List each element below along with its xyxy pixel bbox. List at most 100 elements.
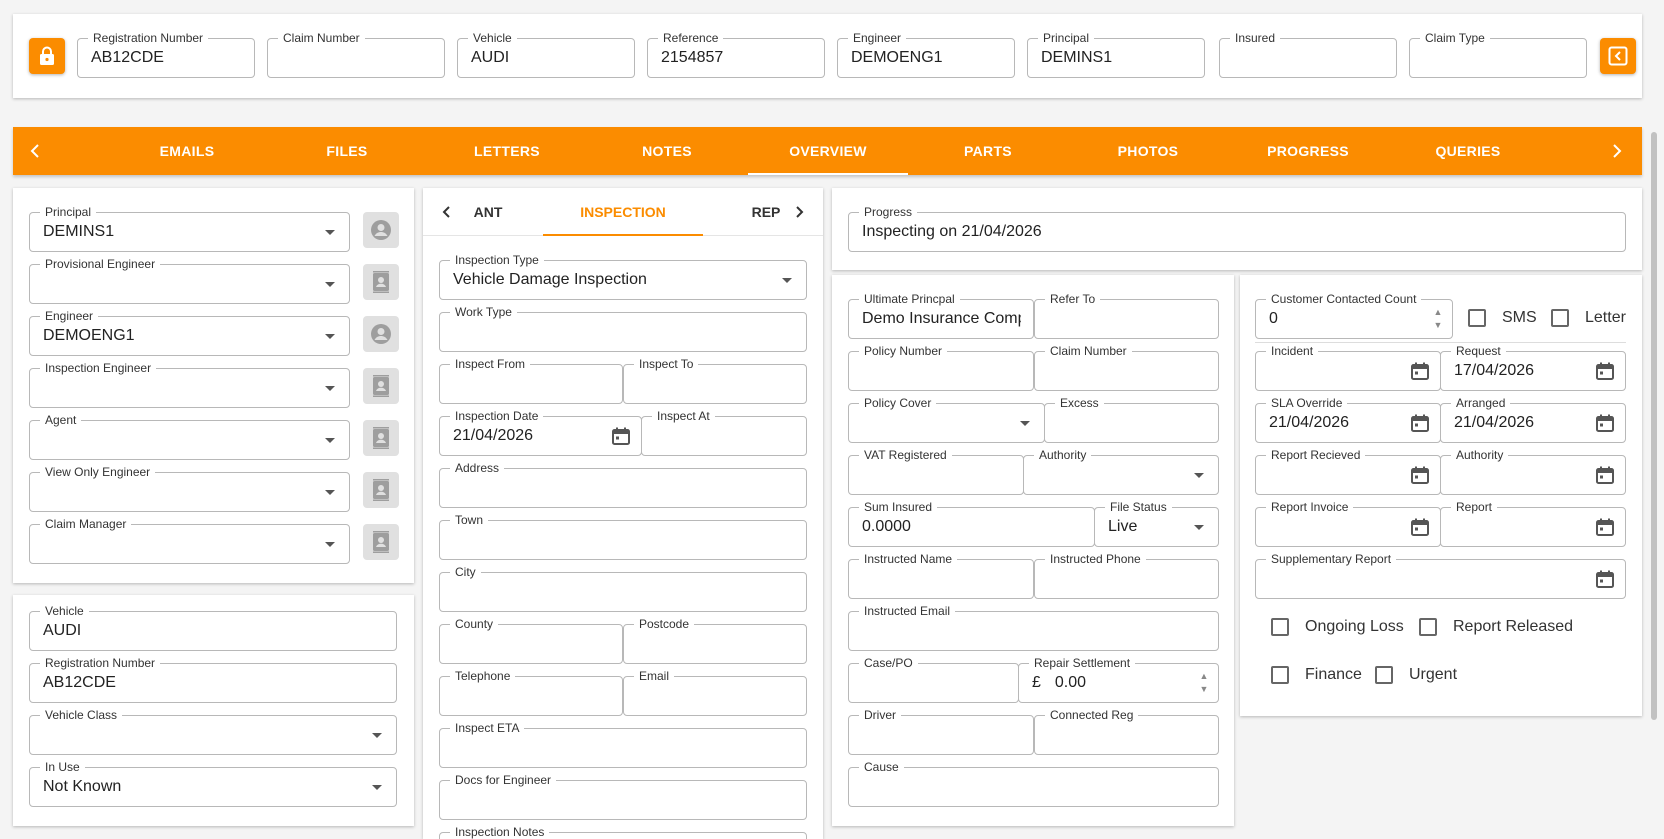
subtab-ant[interactable]: ANT: [463, 188, 513, 236]
policy-number-field[interactable]: Policy Number: [848, 343, 1034, 391]
subtab-inspection[interactable]: INSPECTION: [543, 188, 703, 236]
claim-number-field[interactable]: Claim Number: [1034, 343, 1219, 391]
calendar-icon[interactable]: [1595, 361, 1615, 381]
agent-contact-button[interactable]: [363, 420, 399, 456]
header-engineer-field[interactable]: Engineer DEMOENG1: [837, 30, 1015, 78]
header-insured-field[interactable]: Insured: [1219, 30, 1397, 78]
tab-queries[interactable]: QUERIES: [1388, 127, 1548, 175]
vat-registered-field[interactable]: VAT Registered: [848, 447, 1024, 495]
inspect-from-field[interactable]: Inspect From: [439, 356, 623, 404]
cause-field[interactable]: Cause: [848, 759, 1219, 807]
address-field[interactable]: Address: [439, 460, 807, 508]
number-spinner-icon[interactable]: ▲ ▼: [1432, 306, 1444, 332]
provisional-engineer-select[interactable]: Provisional Engineer: [29, 256, 350, 304]
view-only-engineer-select[interactable]: View Only Engineer: [29, 464, 350, 512]
tab-photos[interactable]: PHOTOS: [1068, 127, 1228, 175]
inspection-notes-field[interactable]: Inspection Notes: [439, 824, 807, 839]
tab-overview[interactable]: OVERVIEW: [748, 127, 908, 175]
customer-contacted-count-field[interactable]: Customer Contacted Count 0 ▲ ▼: [1255, 291, 1453, 339]
inspect-at-field[interactable]: Inspect At: [641, 408, 807, 456]
inspect-eta-field[interactable]: Inspect ETA: [439, 720, 807, 768]
provisional-engineer-contact-button[interactable]: [363, 264, 399, 300]
scrollbar-thumb[interactable]: [1651, 132, 1657, 720]
incident-date-field[interactable]: Incident: [1255, 343, 1441, 391]
instructed-phone-field[interactable]: Instructed Phone: [1034, 551, 1219, 599]
ongoing-loss-checkbox[interactable]: Ongoing Loss: [1271, 618, 1404, 636]
vehicle-field[interactable]: Vehicle AUDI: [29, 603, 397, 651]
vehicle-class-select[interactable]: Vehicle Class: [29, 707, 397, 755]
engineer-select[interactable]: Engineer DEMOENG1: [29, 308, 350, 356]
calendar-icon[interactable]: [1410, 465, 1430, 485]
supplementary-report-date-field[interactable]: Supplementary Report: [1255, 551, 1626, 599]
work-type-field[interactable]: Work Type: [439, 304, 807, 352]
header-reference-field[interactable]: Reference 2154857: [647, 30, 825, 78]
calendar-icon[interactable]: [1595, 413, 1615, 433]
tab-notes[interactable]: NOTES: [587, 127, 747, 175]
principal-select[interactable]: Principal DEMINS1: [29, 204, 350, 252]
report-date-field[interactable]: Report: [1440, 499, 1626, 547]
driver-field[interactable]: Driver: [848, 707, 1034, 755]
report-released-checkbox[interactable]: Report Released: [1419, 618, 1573, 636]
sms-checkbox[interactable]: SMS: [1468, 309, 1537, 327]
telephone-field[interactable]: Telephone: [439, 668, 623, 716]
tab-files[interactable]: FILES: [267, 127, 427, 175]
view-only-engineer-contact-button[interactable]: [363, 472, 399, 508]
sum-insured-field[interactable]: Sum Insured 0.0000: [848, 499, 1095, 547]
postcode-field[interactable]: Postcode: [623, 616, 807, 664]
calendar-icon[interactable]: [1410, 517, 1430, 537]
excess-field[interactable]: Excess: [1044, 395, 1219, 443]
lock-button[interactable]: [29, 38, 65, 74]
county-field[interactable]: County: [439, 616, 623, 664]
page-scrollbar[interactable]: [1650, 128, 1658, 839]
instructed-email-field[interactable]: Instructed Email: [848, 603, 1219, 651]
inspection-date-field[interactable]: Inspection Date 21/04/2026: [439, 408, 642, 456]
authority-select[interactable]: Authority: [1023, 447, 1219, 495]
request-date-field[interactable]: Request 17/04/2026: [1440, 343, 1626, 391]
email-field[interactable]: Email: [623, 668, 807, 716]
ultimate-principal-field[interactable]: Ultimate PrincpalDemo Insurance Company: [848, 291, 1034, 339]
tab-letters[interactable]: LETTERS: [427, 127, 587, 175]
header-claim-type-field[interactable]: Claim Type: [1409, 30, 1587, 78]
inspect-to-field[interactable]: Inspect To: [623, 356, 807, 404]
inspection-type-select[interactable]: Inspection Type Vehicle Damage Inspection: [439, 252, 807, 300]
tabs-next-button[interactable]: [1597, 127, 1637, 175]
instructed-name-field[interactable]: Instructed Name: [848, 551, 1034, 599]
calendar-icon[interactable]: [611, 426, 631, 446]
tab-progress[interactable]: PROGRESS: [1228, 127, 1388, 175]
inspection-engineer-contact-button[interactable]: [363, 368, 399, 404]
town-field[interactable]: Town: [439, 512, 807, 560]
calendar-icon[interactable]: [1410, 361, 1430, 381]
agent-select[interactable]: Agent: [29, 412, 350, 460]
calendar-icon[interactable]: [1410, 413, 1430, 433]
report-invoice-date-field[interactable]: Report Invoice: [1255, 499, 1441, 547]
number-spinner-icon[interactable]: ▲ ▼: [1198, 670, 1210, 696]
in-use-select[interactable]: In Use Not Known: [29, 759, 397, 807]
file-status-select[interactable]: File Status Live: [1094, 499, 1219, 547]
calendar-icon[interactable]: [1595, 465, 1615, 485]
claim-manager-contact-button[interactable]: [363, 524, 399, 560]
claim-manager-select[interactable]: Claim Manager: [29, 516, 350, 564]
header-registration-field[interactable]: Registration Number AB12CDE: [77, 30, 255, 78]
tab-emails[interactable]: EMAILS: [107, 127, 267, 175]
docs-for-engineer-field[interactable]: Docs for Engineer: [439, 772, 807, 820]
subtabs-prev-button[interactable]: [431, 188, 461, 236]
arranged-date-field[interactable]: Arranged 21/04/2026: [1440, 395, 1626, 443]
repair-settlement-field[interactable]: Repair Settlement £0.00 ▲ ▼: [1018, 655, 1219, 703]
policy-cover-select[interactable]: Policy Cover: [848, 395, 1045, 443]
calendar-icon[interactable]: [1595, 569, 1615, 589]
inspection-engineer-select[interactable]: Inspection Engineer: [29, 360, 350, 408]
report-recieved-date-field[interactable]: Report Recieved: [1255, 447, 1441, 495]
progress-field[interactable]: Progress Inspecting on 21/04/2026: [848, 204, 1626, 252]
subtabs-next-button[interactable]: [785, 188, 815, 236]
engineer-contact-button[interactable]: [363, 316, 399, 352]
urgent-checkbox[interactable]: Urgent: [1375, 666, 1457, 684]
authority-date-field[interactable]: Authority: [1440, 447, 1626, 495]
principal-contact-button[interactable]: [363, 212, 399, 248]
header-claim-number-field[interactable]: Claim Number: [267, 30, 445, 78]
connected-reg-field[interactable]: Connected Reg: [1034, 707, 1219, 755]
registration-number-field[interactable]: Registration Number AB12CDE: [29, 655, 397, 703]
header-principal-field[interactable]: Principal DEMINS1: [1027, 30, 1205, 78]
collapse-button[interactable]: [1600, 38, 1636, 74]
subtab-rep[interactable]: REP: [741, 188, 791, 236]
tab-parts[interactable]: PARTS: [908, 127, 1068, 175]
